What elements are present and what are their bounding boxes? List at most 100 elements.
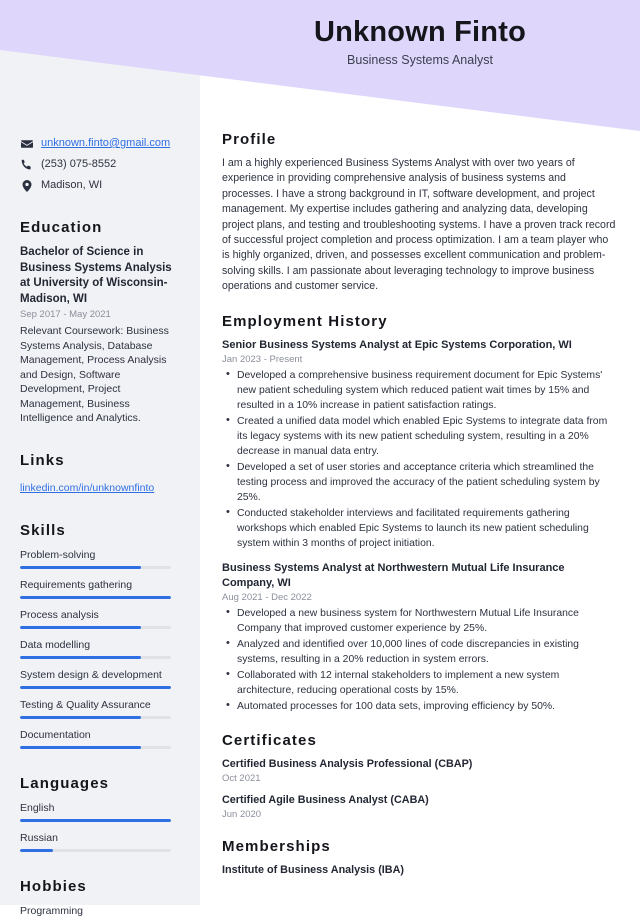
language-label: Russian xyxy=(20,831,58,844)
section-profile: Profile I am a highly experienced Busine… xyxy=(222,131,618,295)
skill-bar-fill xyxy=(20,655,141,659)
employment-entry: Senior Business Systems Analyst at Epic … xyxy=(222,338,618,551)
skill-bar-fill xyxy=(20,745,141,749)
main-heading-certificates: Certificates xyxy=(222,731,317,749)
main-content: Profile I am a highly experienced Busine… xyxy=(200,0,640,905)
hobby-item: Programming xyxy=(20,904,84,917)
certificate-item: Certified Business Analysis Professional… xyxy=(222,757,618,784)
language-item: Russian xyxy=(20,831,180,852)
sidebar-heading-languages: Languages xyxy=(20,774,110,792)
skill-item: Data modelling xyxy=(20,638,180,659)
employment-list: Senior Business Systems Analyst at Epic … xyxy=(222,338,618,714)
skill-bar-fill xyxy=(20,565,141,569)
employment-title: Business Systems Analyst at Northwestern… xyxy=(222,561,565,589)
contact-row: (253) 075-8552 xyxy=(20,157,180,172)
sidebar: unknown.finto@gmail.com (253) 075-8552 Mad… xyxy=(0,0,200,917)
education-degree: Bachelor of Science in Business Systems … xyxy=(20,246,172,305)
skill-item: Testing & Quality Assurance xyxy=(20,698,180,719)
skill-label: Problem-solving xyxy=(20,548,96,561)
skill-label: Documentation xyxy=(20,728,91,741)
employment-entry: Business Systems Analyst at Northwestern… xyxy=(222,561,618,714)
language-bar-fill xyxy=(20,848,54,852)
skill-item: Documentation xyxy=(20,728,180,749)
employment-bullet: Developed a new business system for Nort… xyxy=(222,605,618,636)
phone-icon xyxy=(20,157,33,172)
section-employment-history: Employment History Senior Business Syste… xyxy=(222,313,618,714)
contact-value: (253) 075-8552 xyxy=(41,158,117,170)
skill-label: System design & development xyxy=(20,668,162,681)
language-label: English xyxy=(20,801,55,814)
links-list: linkedin.com/in/unknownfinto xyxy=(20,478,180,496)
employment-title: Senior Business Systems Analyst at Epic … xyxy=(222,338,572,351)
main-heading-memberships: Memberships xyxy=(222,837,331,855)
skill-bar-fill xyxy=(20,595,171,599)
section-memberships: Memberships Institute of Business Analys… xyxy=(222,838,618,877)
contact-row: unknown.finto@gmail.com xyxy=(20,136,180,151)
main-heading-employment: Employment History xyxy=(222,312,388,330)
certificate-item: Certified Agile Business Analyst (CABA) J… xyxy=(222,793,618,820)
certificate-date: Jun 2020 xyxy=(222,808,262,820)
certificate-name: Certified Business Analysis Professional… xyxy=(222,757,473,770)
location-pin-icon xyxy=(20,178,33,193)
hobbies-list: Programming xyxy=(20,904,180,919)
contact-list: unknown.finto@gmail.com (253) 075-8552 Mad… xyxy=(20,136,180,193)
employment-bullet: Collaborated with 12 internal stakeholde… xyxy=(222,667,618,698)
skill-bar-fill xyxy=(20,685,171,689)
header-titles: Unknown Finto Business Systems Analyst xyxy=(200,0,640,90)
contact-row: Madison, WI xyxy=(20,178,180,193)
language-item: English xyxy=(20,801,180,822)
contact-value: Madison, WI xyxy=(41,179,103,191)
certificate-date: Oct 2021 xyxy=(222,772,261,784)
skill-bar-track xyxy=(20,625,171,629)
skills-list: Problem-solving Requirements gathering Pro… xyxy=(20,548,180,749)
employment-bullet: Analyzed and identified over 10,000 line… xyxy=(222,636,618,667)
employment-bullet: Developed a set of user stories and acce… xyxy=(222,459,618,505)
main-heading-profile: Profile xyxy=(222,131,277,148)
header-job-title: Business Systems Analyst xyxy=(347,53,493,68)
language-bar-track xyxy=(20,818,171,822)
memberships-list: Institute of Business Analysis (IBA) xyxy=(222,863,618,877)
education-date: Sep 2017 - May 2021 xyxy=(20,309,111,320)
skill-label: Requirements gathering xyxy=(20,578,133,591)
link-item[interactable]: linkedin.com/in/unknownfinto xyxy=(20,482,154,494)
skill-bar-track xyxy=(20,715,171,719)
page-title: Unknown Finto xyxy=(313,16,526,48)
skill-label: Testing & Quality Assurance xyxy=(20,698,151,711)
education-description: Relevant Coursework: Business Systems An… xyxy=(20,325,169,424)
skill-bar-track xyxy=(20,565,171,569)
skill-bar-track xyxy=(20,595,171,599)
profile-text: I am a highly experienced Business Syste… xyxy=(222,157,616,293)
certificates-list: Certified Business Analysis Professional… xyxy=(222,757,618,820)
sidebar-heading-education: Education xyxy=(20,219,103,236)
membership-name: Institute of Business Analysis (IBA) xyxy=(222,863,404,876)
sidebar-heading-skills: Skills xyxy=(20,521,66,539)
employment-bullet: Automated processes for 100 data sets, i… xyxy=(222,698,618,714)
skill-label: Data modelling xyxy=(20,638,91,651)
certificate-name: Certified Agile Business Analyst (CABA) xyxy=(222,793,429,806)
employment-bullet: Created a unified data model which enabl… xyxy=(222,413,618,459)
employment-date: Jan 2023 - Present xyxy=(222,353,303,365)
skill-item: Process analysis xyxy=(20,608,180,629)
skill-bar-fill xyxy=(20,715,141,719)
skill-bar-fill xyxy=(20,625,141,629)
section-certificates: Certificates Certified Business Analysis… xyxy=(222,732,618,820)
skill-item: Requirements gathering xyxy=(20,578,180,599)
envelope-icon xyxy=(20,136,33,151)
sidebar-heading-links: Links xyxy=(20,451,65,469)
skill-bar-track xyxy=(20,745,171,749)
contact-value[interactable]: unknown.finto@gmail.com xyxy=(41,136,170,151)
employment-bullets: Developed a new business system for Nort… xyxy=(222,605,618,714)
employment-bullet: Developed a comprehensive business requi… xyxy=(222,367,618,413)
employment-bullets: Developed a comprehensive business requi… xyxy=(222,367,618,551)
skill-item: Problem-solving xyxy=(20,548,180,569)
employment-bullet: Conducted stakeholder interviews and fac… xyxy=(222,505,618,551)
employment-date: Aug 2021 - Dec 2022 xyxy=(222,591,312,603)
skill-item: System design & development xyxy=(20,668,180,689)
sidebar-heading-hobbies: Hobbies xyxy=(20,877,87,895)
languages-list: English Russian xyxy=(20,801,180,852)
skill-bar-track xyxy=(20,655,171,659)
skill-label: Process analysis xyxy=(20,608,99,621)
language-bar-fill xyxy=(20,818,171,822)
skill-bar-track xyxy=(20,685,171,689)
language-bar-track xyxy=(20,848,171,852)
